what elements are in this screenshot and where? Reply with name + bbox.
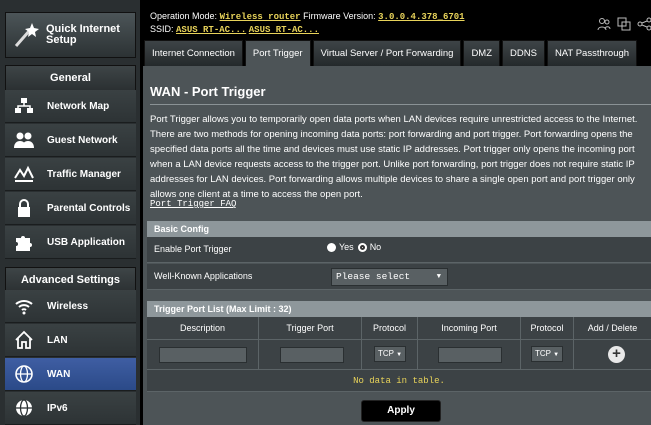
tab-dmz[interactable]: DMZ [463, 40, 501, 66]
ssid-link-1[interactable]: ASUS RT-AC... [176, 25, 246, 35]
port-trigger-faq-link[interactable]: Port Trigger FAQ [150, 199, 236, 209]
tab-internet-connection[interactable]: Internet Connection [144, 40, 243, 66]
traffic-manager-icon [13, 163, 35, 185]
add-icon[interactable]: + [608, 346, 625, 363]
sidebar-item-label: LAN [47, 334, 68, 346]
page-description: Port Trigger allows you to temporarily o… [150, 114, 638, 200]
trigger-table-header: Description Trigger Port Protocol Incomi… [147, 317, 651, 340]
lock-icon [13, 197, 35, 219]
basic-config-heading: Basic Config [147, 221, 651, 237]
sidebar-item-label: Network Map [47, 100, 110, 112]
sidebar-item-lan[interactable]: LAN [5, 324, 136, 357]
well-known-apps-select[interactable]: Please select ▼ [331, 268, 448, 286]
users-icon[interactable] [597, 17, 611, 36]
sidebar-item-label: Guest Network [47, 134, 118, 146]
no-radio[interactable] [357, 242, 367, 252]
sidebar-item-label: USB Application [47, 236, 125, 248]
trigger-input-row: TCP ▼ TCP ▼ + [147, 340, 651, 370]
sidebar-item-usb-application[interactable]: USB Application [5, 226, 136, 259]
home-icon [13, 329, 35, 351]
enable-port-trigger-row: Enable Port Trigger Yes No [147, 237, 651, 263]
well-known-apps-row: Well-Known Applications Please select ▼ [147, 264, 651, 290]
page-title: WAN - Port Trigger [150, 84, 266, 99]
incoming-port-input[interactable] [438, 347, 502, 363]
sidebar-item-parental-controls[interactable]: Parental Controls [5, 192, 136, 225]
description-input[interactable] [159, 347, 247, 363]
sidebar-item-traffic-manager[interactable]: Traffic Manager [5, 158, 136, 191]
col-add-delete: Add / Delete [587, 323, 638, 333]
col-trigger-port: Trigger Port [259, 317, 362, 340]
description-cell [147, 340, 259, 370]
chevron-down-icon: ▼ [436, 273, 441, 281]
incoming-protocol-value: TCP [535, 349, 551, 358]
firmware-label: Firmware Version: [303, 11, 376, 21]
yes-radio[interactable] [327, 242, 336, 252]
no-data-message: No data in table. [147, 370, 651, 392]
incoming-port-cell [418, 340, 521, 370]
firmware-version-link[interactable]: 3.0.0.4.378_6701 [378, 12, 464, 22]
trigger-port-list-heading: Trigger Port List (Max Limit : 32) [147, 301, 651, 317]
col-protocol-2: Protocol [521, 317, 574, 340]
magic-wand-icon [12, 20, 40, 50]
enable-port-trigger-label: Enable Port Trigger [154, 244, 232, 254]
incoming-protocol-select[interactable]: TCP ▼ [531, 346, 563, 362]
tab-virtual-server[interactable]: Virtual Server / Port Forwarding [312, 40, 462, 66]
operation-mode-line: Operation Mode: Wireless router Firmware… [150, 11, 465, 22]
copy-icon[interactable] [617, 17, 631, 36]
sidebar-item-label: Traffic Manager [47, 168, 121, 180]
sidebar-item-ipv6[interactable]: IPv6 [5, 392, 136, 425]
tab-ddns[interactable]: DDNS [502, 40, 545, 66]
puzzle-icon [13, 231, 35, 253]
share-icon[interactable] [637, 17, 651, 36]
sidebar-item-label: Parental Controls [47, 202, 131, 214]
quick-internet-setup-button[interactable]: Quick Internet Setup [5, 12, 136, 58]
well-known-apps-label: Well-Known Applications [154, 271, 253, 281]
col-description: Description [147, 317, 259, 340]
sidebar-item-wireless[interactable]: Wireless [5, 290, 136, 323]
chevron-down-icon: ▼ [396, 352, 403, 358]
globe-icon [13, 363, 35, 385]
ssid-label: SSID: [150, 24, 174, 34]
well-known-apps-value: Please select [336, 271, 411, 282]
sidebar-item-label: Wireless [47, 300, 89, 312]
general-heading: General [5, 65, 136, 91]
sidebar-item-label: IPv6 [47, 402, 68, 414]
col-protocol: Protocol [362, 317, 418, 340]
network-map-icon [13, 95, 35, 117]
sidebar-item-network-map[interactable]: Network Map [5, 90, 136, 123]
no-label: No [369, 242, 382, 252]
ipv6-globe-icon [13, 397, 35, 419]
sidebar-item-guest-network[interactable]: Guest Network [5, 124, 136, 157]
enable-port-trigger-radios: Yes No [327, 242, 381, 252]
trigger-protocol-value: TCP [378, 349, 394, 358]
ssid-line: SSID: ASUS RT-AC... ASUS RT-AC... [150, 24, 319, 35]
title-divider [150, 104, 651, 105]
trigger-protocol-select[interactable]: TCP ▼ [374, 346, 406, 362]
chevron-down-icon: ▼ [553, 352, 560, 358]
tab-port-trigger[interactable]: Port Trigger [244, 40, 311, 66]
tab-nat-passthrough[interactable]: NAT Passthrough [546, 40, 638, 66]
yes-label: Yes [339, 242, 354, 252]
protocol-cell: TCP ▼ [362, 340, 418, 370]
operation-mode-label: Operation Mode: [150, 11, 218, 21]
top-icons [597, 17, 651, 33]
quick-setup-label: Quick Internet Setup [46, 23, 120, 46]
guest-network-icon [13, 129, 35, 151]
ssid-link-2[interactable]: ASUS RT-AC... [249, 25, 319, 35]
wifi-icon [13, 295, 35, 317]
sidebar-item-wan[interactable]: WAN [5, 358, 136, 391]
trigger-port-cell [259, 340, 362, 370]
protocol-2-cell: TCP ▼ [521, 340, 574, 370]
sidebar-item-label: WAN [47, 368, 71, 380]
trigger-port-input[interactable] [280, 347, 344, 363]
operation-mode-link[interactable]: Wireless router [220, 12, 301, 22]
apply-button[interactable]: Apply [361, 400, 441, 422]
col-incoming-port: Incoming Port [418, 317, 521, 340]
tab-bar: Internet Connection Port Trigger Virtual… [144, 40, 639, 66]
